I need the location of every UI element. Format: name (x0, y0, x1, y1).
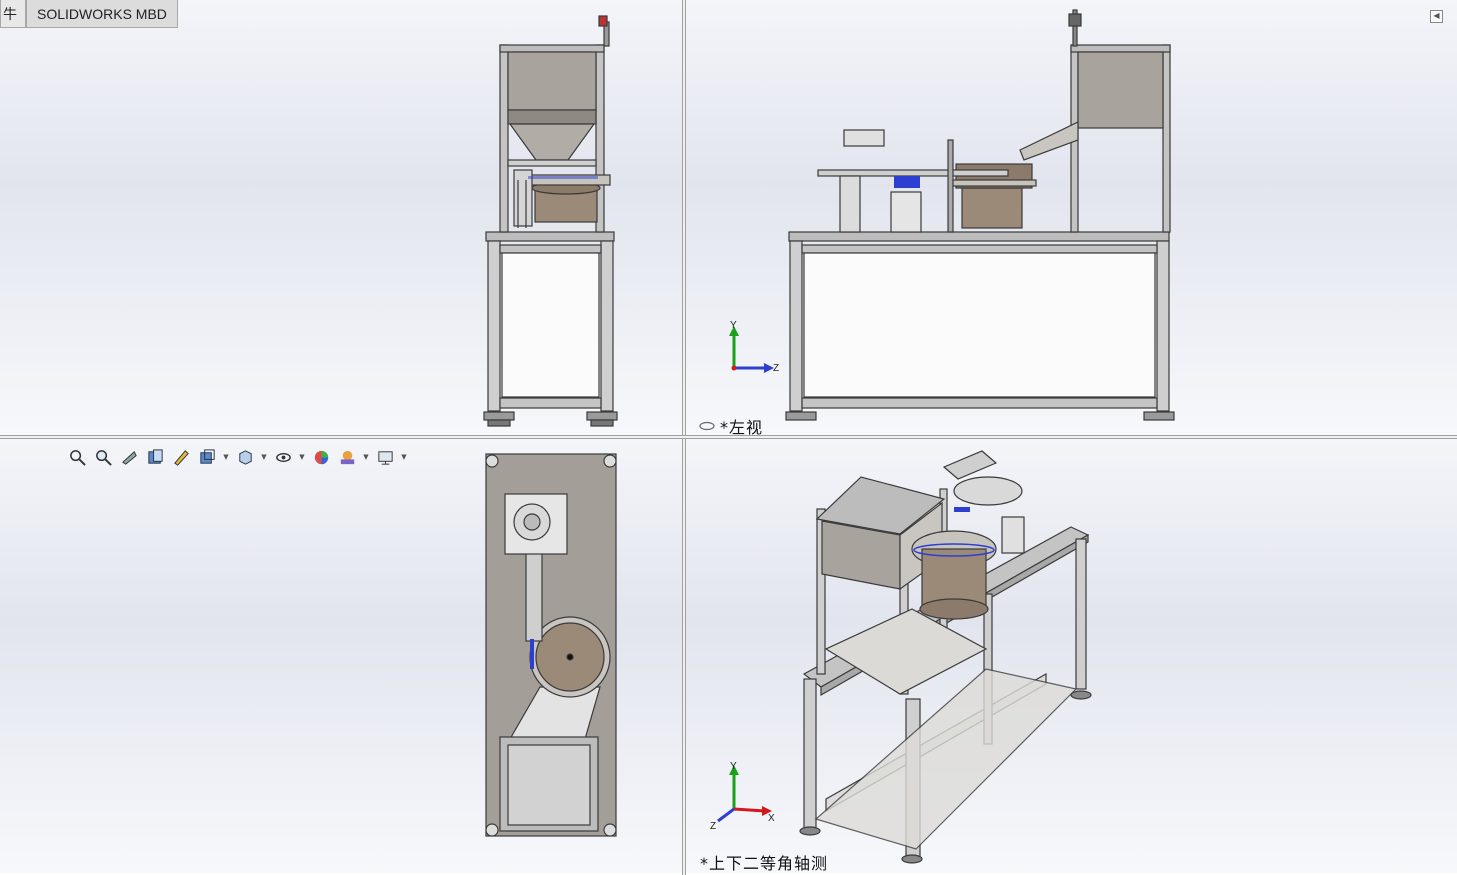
tab-model[interactable]: 牛 (0, 0, 26, 28)
front-view-model (483, 15, 618, 427)
tab-solidworks-mbd[interactable]: SOLIDWORKS MBD (26, 0, 178, 28)
zoom-area-icon[interactable] (92, 447, 114, 467)
display-style-icon[interactable] (234, 447, 256, 467)
triad-z-label: Z (710, 821, 716, 832)
tab-bar: 牛 SOLIDWORKS MBD (0, 0, 178, 29)
left-view-model: Y Z (699, 9, 1175, 431)
heads-up-view-toolbar: ▼ ▼ ▼ ▼ ▼ (66, 447, 408, 467)
section-view-icon[interactable] (144, 447, 166, 467)
viewport-splitter-horizontal[interactable] (0, 435, 1457, 439)
chevron-down-icon[interactable]: ▼ (400, 453, 408, 461)
top-view-model (485, 453, 617, 837)
zoom-to-fit-icon[interactable] (66, 447, 88, 467)
viewport-top[interactable]: ▼ ▼ ▼ ▼ ▼ (0, 439, 682, 873)
triad-y-label: Y (730, 320, 737, 331)
coordinate-triad-icon (729, 326, 774, 373)
previous-view-icon[interactable] (118, 447, 140, 467)
hide-show-items-icon[interactable] (272, 447, 294, 467)
viewport-isometric[interactable]: Y X Z *上下二等角轴测 (686, 439, 1457, 873)
view-orientation-icon[interactable] (196, 447, 218, 467)
edit-appearance-icon[interactable] (310, 447, 332, 467)
view-label-isometric: *上下二等角轴测 (700, 854, 829, 873)
dynamic-annotation-icon[interactable] (170, 447, 192, 467)
apply-scene-icon[interactable] (336, 447, 358, 467)
viewport-left[interactable]: ◀ Y Z *左视 (686, 0, 1457, 435)
chevron-down-icon[interactable]: ▼ (222, 453, 230, 461)
triad-x-label: X (768, 813, 775, 824)
triad-y-label: Y (730, 761, 737, 772)
view-link-icon (699, 421, 715, 431)
chevron-down-icon[interactable]: ▼ (298, 453, 306, 461)
view-label-left: *左视 (720, 418, 764, 435)
view-settings-icon[interactable] (374, 447, 396, 467)
chevron-down-icon[interactable]: ▼ (260, 453, 268, 461)
triad-z-label: Z (773, 363, 779, 374)
coordinate-triad-icon (717, 765, 772, 823)
chevron-down-icon[interactable]: ▼ (362, 453, 370, 461)
isometric-view-model: Y X Z (710, 450, 1092, 864)
viewport-front[interactable]: 牛 SOLIDWORKS MBD (0, 0, 682, 435)
